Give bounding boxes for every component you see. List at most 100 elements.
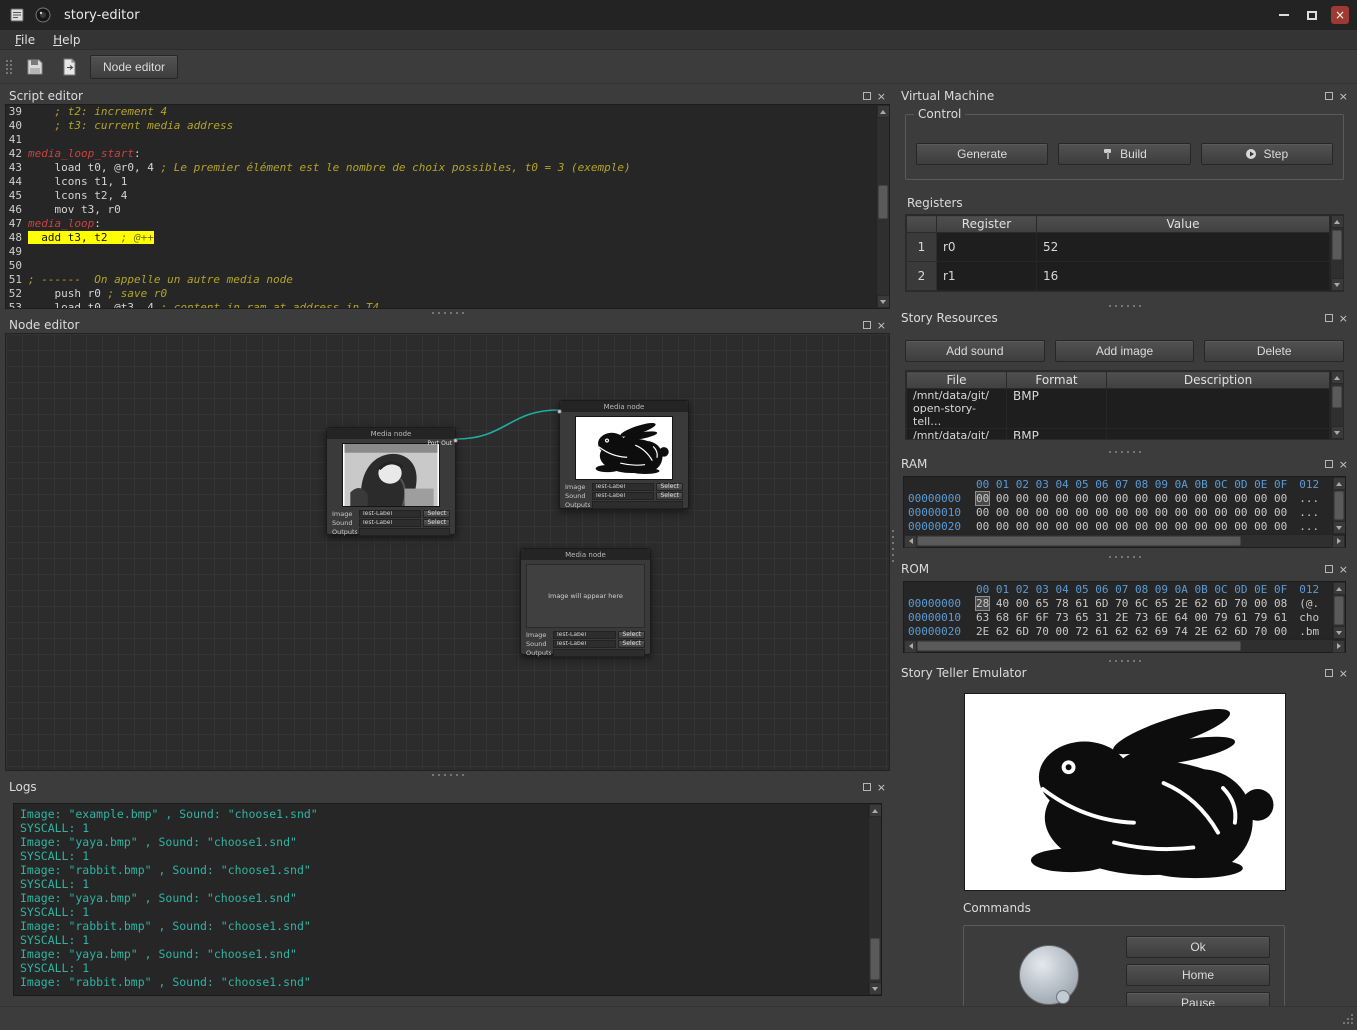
- add-image-button[interactable]: Add image: [1055, 340, 1195, 362]
- node-title[interactable]: Media node: [560, 401, 688, 412]
- node-editor-toggle-button[interactable]: Node editor: [90, 55, 178, 79]
- media-node-1[interactable]: Media node Port Out ImageTest-L: [326, 427, 456, 535]
- script-editor-scrollbar[interactable]: [876, 105, 889, 308]
- scroll-track[interactable]: [877, 118, 889, 295]
- node-row-value[interactable]: Test-Label: [592, 483, 654, 491]
- registers-scrollbar[interactable]: [1330, 215, 1343, 291]
- splitter-node-logs[interactable]: [5, 771, 890, 779]
- scroll-handle[interactable]: [1334, 491, 1344, 520]
- minimize-button[interactable]: [1275, 6, 1293, 24]
- scroll-track[interactable]: [1333, 490, 1345, 521]
- scroll-track[interactable]: [1331, 384, 1343, 426]
- register-value-cell[interactable]: 16: [1037, 262, 1330, 291]
- menu-file[interactable]: File: [6, 31, 44, 49]
- close-panel-icon[interactable]: ×: [1339, 564, 1348, 575]
- ram-hscrollbar[interactable]: [904, 534, 1345, 547]
- scroll-handle[interactable]: [1332, 230, 1342, 260]
- save-button[interactable]: [22, 54, 48, 80]
- emulator-dock-title[interactable]: Story Teller Emulator ×: [897, 665, 1352, 681]
- menu-help[interactable]: Help: [44, 31, 89, 49]
- scroll-down-icon[interactable]: [877, 295, 890, 308]
- input-port[interactable]: [557, 409, 562, 414]
- rom-dock-title[interactable]: ROM ×: [897, 561, 1352, 577]
- code-line[interactable]: 45 lcons t2, 4: [6, 189, 889, 203]
- scroll-up-icon[interactable]: [1333, 477, 1346, 490]
- register-column-header[interactable]: Register: [937, 216, 1037, 233]
- scroll-down-icon[interactable]: [1333, 626, 1346, 639]
- node-row-value[interactable]: [553, 649, 645, 657]
- close-panel-icon[interactable]: ×: [1339, 313, 1348, 324]
- scroll-handle[interactable]: [870, 938, 880, 980]
- code-line[interactable]: 52 push r0 ; save r0: [6, 287, 889, 301]
- script-editor-dock-title[interactable]: Script editor ×: [5, 88, 890, 104]
- description-column-header[interactable]: Description: [1107, 372, 1330, 389]
- code-line[interactable]: 53 load t0, @t3, 4 ; content in ram at a…: [6, 301, 889, 309]
- code-line[interactable]: 48 add t3, t2 ; @++: [6, 231, 889, 245]
- media-node-3[interactable]: Media node Image will appear here ImageT…: [520, 548, 651, 655]
- scroll-track[interactable]: [917, 535, 1332, 547]
- node-editor-dock-title[interactable]: Node editor ×: [5, 317, 890, 333]
- code-line[interactable]: 44 lcons t1, 1: [6, 175, 889, 189]
- resources-scrollbar[interactable]: [1330, 371, 1343, 439]
- splitter-script-node[interactable]: [5, 309, 890, 317]
- scroll-down-icon[interactable]: [1331, 278, 1344, 291]
- toolbar-drag-handle[interactable]: [6, 60, 12, 74]
- register-name-cell[interactable]: r0: [937, 233, 1037, 262]
- resource-row[interactable]: /mnt/data/git/open-story-tell…BMP: [907, 429, 1330, 441]
- scroll-down-icon[interactable]: [1331, 426, 1344, 439]
- float-panel-icon[interactable]: [863, 783, 871, 791]
- close-panel-icon[interactable]: ×: [877, 782, 886, 793]
- scroll-down-icon[interactable]: [1333, 521, 1346, 534]
- scroll-track[interactable]: [1331, 228, 1343, 278]
- node-select-button[interactable]: Select: [618, 640, 645, 648]
- resource-file-cell[interactable]: /mnt/data/git/open-story-tell…: [907, 389, 1007, 429]
- resource-description-cell[interactable]: [1107, 389, 1330, 429]
- scroll-handle[interactable]: [1334, 596, 1344, 625]
- resource-file-cell[interactable]: /mnt/data/git/open-story-tell…: [907, 429, 1007, 441]
- node-title[interactable]: Media node: [327, 428, 455, 439]
- scroll-up-icon[interactable]: [877, 105, 890, 118]
- hex-row[interactable]: 000000202E 62 6D 70 00 72 61 62 62 69 74…: [908, 625, 1341, 639]
- scroll-track[interactable]: [917, 640, 1332, 652]
- resource-description-cell[interactable]: [1107, 429, 1330, 441]
- maximize-button[interactable]: [1303, 6, 1321, 24]
- script-editor-content[interactable]: 39 ; t2: increment 440 ; t3: current med…: [5, 104, 890, 309]
- code-line[interactable]: 39 ; t2: increment 4: [6, 105, 889, 119]
- node-select-button[interactable]: Select: [656, 483, 683, 491]
- splitter-ram-rom[interactable]: [897, 553, 1352, 561]
- file-column-header[interactable]: File: [907, 372, 1007, 389]
- resource-row[interactable]: /mnt/data/git/open-story-tell…BMP: [907, 389, 1330, 429]
- ram-vscrollbar[interactable]: [1332, 477, 1345, 534]
- scroll-up-icon[interactable]: [869, 804, 882, 817]
- close-panel-icon[interactable]: ×: [877, 91, 886, 102]
- format-column-header[interactable]: Format: [1007, 372, 1107, 389]
- scroll-right-icon[interactable]: [1332, 640, 1345, 653]
- code-line[interactable]: 43 load t0, @r0, 4 ; Le premier élément …: [6, 161, 889, 175]
- rom-vscrollbar[interactable]: [1332, 582, 1345, 639]
- generate-button[interactable]: Generate: [916, 143, 1048, 165]
- logs-scrollbar[interactable]: [868, 804, 881, 995]
- node-row-value[interactable]: [592, 501, 683, 509]
- scroll-handle[interactable]: [917, 641, 1241, 651]
- float-panel-icon[interactable]: [1325, 92, 1333, 100]
- float-panel-icon[interactable]: [863, 321, 871, 329]
- code-line[interactable]: 50: [6, 259, 889, 273]
- node-row-value[interactable]: [359, 528, 450, 536]
- float-panel-icon[interactable]: [863, 92, 871, 100]
- scroll-up-icon[interactable]: [1331, 215, 1344, 228]
- vm-dock-title[interactable]: Virtual Machine ×: [897, 88, 1352, 104]
- node-select-button[interactable]: Select: [618, 631, 645, 639]
- ram-dock-title[interactable]: RAM ×: [897, 456, 1352, 472]
- scroll-handle[interactable]: [878, 185, 888, 219]
- export-button[interactable]: [56, 54, 82, 80]
- scroll-handle[interactable]: [917, 536, 1241, 546]
- titlebar[interactable]: story-editor ×: [0, 0, 1357, 30]
- code-line[interactable]: 42media_loop_start:: [6, 147, 889, 161]
- home-button[interactable]: Home: [1126, 964, 1270, 986]
- scroll-down-icon[interactable]: [869, 982, 882, 995]
- code-line[interactable]: 41: [6, 133, 889, 147]
- node-title[interactable]: Media node: [521, 549, 650, 560]
- node-select-button[interactable]: Select: [423, 510, 450, 518]
- hex-row[interactable]: 0000001000 00 00 00 00 00 00 00 00 00 00…: [908, 506, 1341, 520]
- ok-button[interactable]: Ok: [1126, 936, 1270, 958]
